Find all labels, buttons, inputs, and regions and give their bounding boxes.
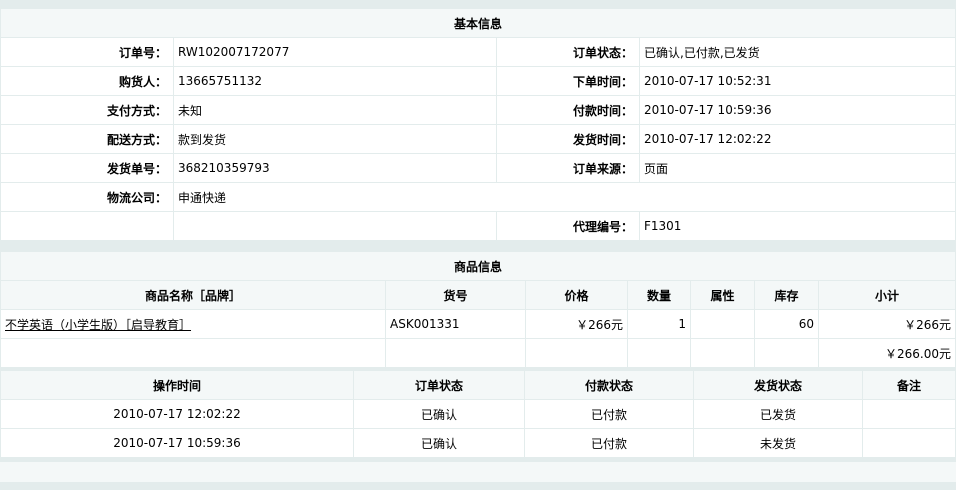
empty-cell	[1, 339, 385, 367]
qty-cell: 1	[628, 310, 690, 338]
source-value: 页面	[640, 154, 955, 182]
empty-cell	[755, 339, 818, 367]
log-header-row: 操作时间 订单状态 付款状态 发货状态 备注	[1, 371, 955, 399]
empty-cell	[628, 339, 690, 367]
order-time-label: 下单时间：	[497, 67, 639, 95]
col-header: 备注	[863, 371, 955, 399]
order-no-label: 订单号：	[1, 38, 173, 66]
table-row: 2010-07-17 10:59:36 已确认 已付款 未发货	[1, 429, 955, 457]
pay-method-value: 未知	[174, 96, 496, 124]
agent-label: 代理编号：	[497, 212, 639, 240]
order-detail-page: 基本信息 订单号： RW102007172077 订单状态： 已确认,已付款,已…	[0, 0, 956, 490]
log-time: 2010-07-17 10:59:36	[1, 429, 353, 457]
source-label: 订单来源：	[497, 154, 639, 182]
logistics-label: 物流公司：	[1, 183, 173, 211]
agent-value: F1301	[640, 212, 955, 240]
buyer-label: 购货人：	[1, 67, 173, 95]
log-note	[863, 429, 955, 457]
action-log-table: 操作时间 订单状态 付款状态 发货状态 备注 2010-07-17 12:02:…	[0, 370, 956, 458]
table-row: 不学英语（小学生版）［启导教育］ ASK001331 ￥266元 1 60 ￥2…	[1, 310, 955, 338]
order-time-value: 2010-07-17 10:52:31	[640, 67, 955, 95]
goods-info-table: 商品信息 商品名称［品牌］ 货号 价格 数量 属性 库存 小计 不学英语（小学生…	[0, 251, 956, 368]
log-ship-status: 已发货	[694, 400, 862, 428]
col-header: 数量	[628, 281, 690, 309]
subtotal-cell: ￥266元	[819, 310, 955, 338]
col-header: 货号	[386, 281, 525, 309]
pay-time-value: 2010-07-17 10:59:36	[640, 96, 955, 124]
col-header: 操作时间	[1, 371, 353, 399]
log-note	[863, 400, 955, 428]
col-header: 小计	[819, 281, 955, 309]
basic-info-title: 基本信息	[1, 9, 955, 37]
goods-header-row: 商品名称［品牌］ 货号 价格 数量 属性 库存 小计	[1, 281, 955, 309]
empty-cell	[1, 212, 173, 240]
log-pay-status: 已付款	[525, 400, 693, 428]
table-row: 2010-07-17 12:02:22 已确认 已付款 已发货	[1, 400, 955, 428]
ship-method-label: 配送方式：	[1, 125, 173, 153]
sku-cell: ASK001331	[386, 310, 525, 338]
col-header: 付款状态	[525, 371, 693, 399]
col-header: 订单状态	[354, 371, 524, 399]
product-link[interactable]: 不学英语（小学生版）［启导教育］	[5, 318, 191, 332]
ship-no-value: 368210359793	[174, 154, 496, 182]
log-time: 2010-07-17 12:02:22	[1, 400, 353, 428]
ship-time-value: 2010-07-17 12:02:22	[640, 125, 955, 153]
col-header: 属性	[691, 281, 754, 309]
basic-info-table: 基本信息 订单号： RW102007172077 订单状态： 已确认,已付款,已…	[0, 8, 956, 241]
pay-time-label: 付款时间：	[497, 96, 639, 124]
empty-cell	[691, 339, 754, 367]
log-order-status: 已确认	[354, 429, 524, 457]
footer-bar	[0, 462, 956, 482]
order-status-value: 已确认,已付款,已发货	[640, 38, 955, 66]
log-ship-status: 未发货	[694, 429, 862, 457]
attr-cell	[691, 310, 754, 338]
order-total: ￥266.00元	[819, 339, 955, 367]
ship-method-value: 款到发货	[174, 125, 496, 153]
log-order-status: 已确认	[354, 400, 524, 428]
logistics-value: 申通快递	[174, 183, 955, 211]
col-header: 商品名称［品牌］	[1, 281, 385, 309]
ship-no-label: 发货单号：	[1, 154, 173, 182]
log-pay-status: 已付款	[525, 429, 693, 457]
pay-method-label: 支付方式：	[1, 96, 173, 124]
stock-cell: 60	[755, 310, 818, 338]
price-cell: ￥266元	[526, 310, 627, 338]
goods-info-title: 商品信息	[1, 252, 955, 280]
col-header: 库存	[755, 281, 818, 309]
empty-cell	[526, 339, 627, 367]
col-header: 价格	[526, 281, 627, 309]
empty-cell	[386, 339, 525, 367]
buyer-value: 13665751132	[174, 67, 496, 95]
col-header: 发货状态	[694, 371, 862, 399]
order-status-label: 订单状态：	[497, 38, 639, 66]
ship-time-label: 发货时间：	[497, 125, 639, 153]
order-no-value: RW102007172077	[174, 38, 496, 66]
empty-cell	[174, 212, 496, 240]
